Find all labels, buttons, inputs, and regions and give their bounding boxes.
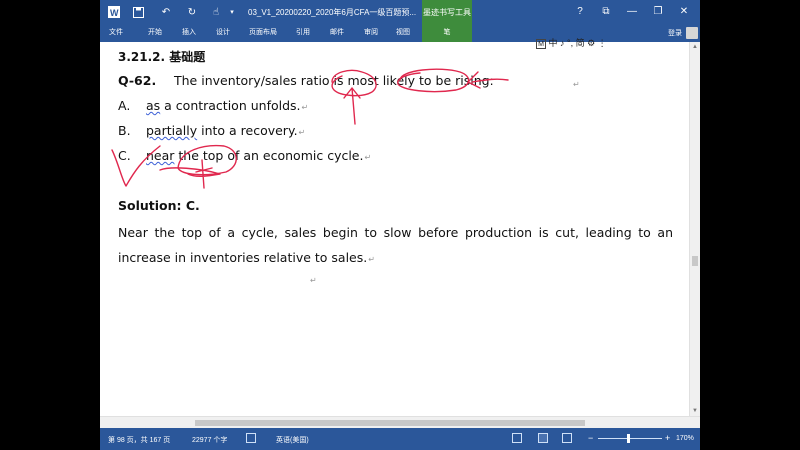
scroll-down-icon[interactable]: ▼ [692, 408, 698, 414]
sign-in-link[interactable]: 登录 [668, 28, 682, 38]
option-text-squiggle: near [146, 148, 175, 163]
redo-icon[interactable]: ↻ [184, 4, 200, 20]
option-letter: C. [118, 148, 131, 163]
undo-icon[interactable]: ↶ [158, 4, 174, 20]
tab-design[interactable]: 设计 [210, 24, 236, 42]
zoom-slider[interactable] [598, 438, 662, 439]
word-logo-icon: W [106, 4, 122, 20]
scroll-up-icon[interactable]: ▲ [692, 44, 698, 50]
section-heading: 3.21.2. 基础题 [118, 50, 206, 64]
option-c: C. near the top of an economic cycle.↵ [118, 148, 371, 163]
status-bar: 第 98 页，共 167 页 22977 个字 英语(美国) − + 170% [100, 428, 700, 450]
proofing-icon[interactable] [246, 433, 256, 443]
option-letter: B. [118, 123, 131, 138]
paragraph-mark: ↵ [368, 255, 375, 264]
ime-toolbar[interactable]: M 中 ♪ °, 简 ⚙ ⋮ [536, 36, 607, 49]
question-number: Q-62. [118, 73, 157, 88]
web-layout-icon[interactable] [562, 433, 572, 443]
tab-references[interactable]: 引用 [290, 24, 316, 42]
help-button[interactable]: ? [572, 4, 588, 20]
word-window: W ↶ ↻ ☝ ▾ 03_V1_20200220_2020年6月CFA一级百题预… [100, 0, 700, 450]
zoom-slider-thumb[interactable] [627, 434, 630, 443]
tab-review[interactable]: 审阅 [358, 24, 384, 42]
ink-scribble-c [159, 159, 221, 189]
vertical-scrollbar[interactable]: ▲ ▼ [689, 42, 700, 416]
option-text: the top of an economic cycle. [174, 148, 364, 163]
option-text-squiggle: as [146, 98, 161, 113]
avatar[interactable] [686, 27, 698, 39]
option-letter: A. [118, 98, 131, 113]
horizontal-scrollbar[interactable] [100, 416, 700, 428]
tab-page-layout[interactable]: 页面布局 [245, 24, 281, 42]
paragraph-mark: ↵ [301, 103, 309, 112]
option-text-squiggle: partially [146, 123, 198, 138]
option-text: a contraction unfolds. [160, 98, 301, 113]
touch-mode-icon[interactable]: ☝ [208, 4, 224, 20]
maximize-button[interactable]: ❐ [650, 4, 666, 20]
question-line: Q-62. The inventory/sales ratio is most l… [118, 73, 494, 88]
paragraph-mark: ↵ [310, 276, 317, 285]
option-text: into a recovery. [197, 123, 298, 138]
read-mode-icon[interactable] [512, 433, 522, 443]
paragraph-mark: ↵ [573, 80, 580, 89]
page-count[interactable]: 第 98 页，共 167 页 [108, 435, 170, 445]
tab-home[interactable]: 开始 [142, 24, 168, 42]
solution-heading: Solution: C. [118, 198, 200, 213]
close-button[interactable]: ✕ [676, 4, 692, 20]
document-title: 03_V1_20200220_2020年6月CFA一级百题预... [248, 8, 417, 17]
tab-view[interactable]: 视图 [390, 24, 416, 42]
ime-mode-icon[interactable]: M [536, 38, 546, 49]
solution-explanation: Near the top of a cycle, sales begin to … [118, 220, 673, 272]
option-b: B. partially into a recovery.↵ [118, 123, 305, 138]
ime-status[interactable]: 中 ♪ °, 简 ⚙ ⋮ [549, 38, 607, 48]
document-canvas[interactable]: 3.21.2. 基础题 Q-62. The inventory/sales rat… [100, 42, 690, 416]
language-indicator[interactable]: 英语(美国) [276, 435, 309, 445]
save-icon[interactable] [130, 4, 146, 20]
svg-text:W: W [110, 8, 119, 18]
zoom-out-icon[interactable]: − [588, 433, 593, 443]
ribbon-display-options-button[interactable]: ⧉ [598, 4, 614, 20]
question-text: The inventory/sales ratio is most likely… [174, 73, 494, 88]
tab-file[interactable]: 文件 [100, 24, 132, 42]
explanation-text: Near the top of a cycle, sales begin to … [118, 225, 673, 265]
zoom-in-icon[interactable]: + [665, 433, 670, 443]
vertical-scroll-thumb[interactable] [692, 256, 698, 266]
ink-tools-context-label: 墨迹书写工具 [422, 0, 472, 24]
tab-pen[interactable]: 笔 [422, 24, 472, 42]
minimize-button[interactable]: — [624, 4, 640, 20]
word-count[interactable]: 22977 个字 [192, 435, 227, 445]
zoom-level[interactable]: 170% [676, 435, 694, 442]
customize-toolbar-icon[interactable]: ▾ [224, 4, 240, 20]
paragraph-mark: ↵ [364, 153, 372, 162]
horizontal-scroll-thumb[interactable] [195, 420, 585, 426]
option-a: A. as a contraction unfolds.↵ [118, 98, 308, 113]
tab-mailings[interactable]: 邮件 [324, 24, 350, 42]
print-layout-icon[interactable] [538, 433, 548, 443]
title-bar: W ↶ ↻ ☝ ▾ 03_V1_20200220_2020年6月CFA一级百题预… [100, 0, 700, 24]
ribbon-tab-bar: 文件 开始 插入 设计 页面布局 引用 邮件 审阅 视图 笔 登录 [100, 24, 700, 42]
ink-arrow-up [343, 87, 361, 125]
tab-insert[interactable]: 插入 [176, 24, 202, 42]
paragraph-mark: ↵ [298, 128, 306, 137]
